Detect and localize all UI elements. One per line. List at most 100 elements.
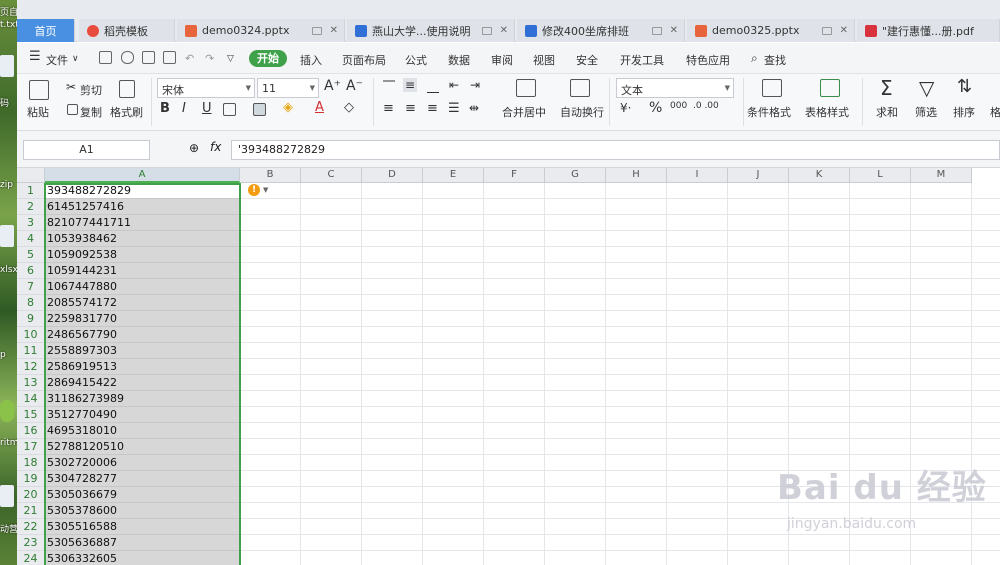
row-header[interactable]: 12 <box>17 359 45 375</box>
cell-a[interactable]: 61451257416 <box>45 199 240 215</box>
indent-decrease-icon[interactable]: ⇤ <box>449 78 459 92</box>
tab-home[interactable]: 首页 <box>17 19 75 42</box>
indent-increase-icon[interactable]: ⇥ <box>470 78 480 92</box>
desktop-file-icon[interactable] <box>0 55 14 77</box>
cell-fill-icon[interactable] <box>253 103 266 116</box>
tab-demo0325[interactable]: demo0325.pptx ✕ <box>687 19 855 42</box>
wrap-text-icon[interactable] <box>570 79 590 97</box>
cell-a[interactable]: 393488272829 <box>45 183 240 199</box>
cell-a[interactable]: 1059092538 <box>45 247 240 263</box>
close-icon[interactable]: ✕ <box>840 25 848 36</box>
justify-icon[interactable]: ☰ <box>448 101 460 116</box>
row-header[interactable]: 11 <box>17 343 45 359</box>
row-header[interactable]: 10 <box>17 327 45 343</box>
cell-a[interactable]: 5305378600 <box>45 503 240 519</box>
copy-button[interactable]: 复制 <box>80 104 102 120</box>
align-middle-icon[interactable]: ≡ <box>403 78 418 92</box>
monitor-icon[interactable] <box>481 26 492 35</box>
thousands-icon[interactable]: 000 <box>670 101 687 111</box>
paste-button[interactable]: 粘贴 <box>27 104 49 120</box>
cell-a[interactable]: 5305516588 <box>45 519 240 535</box>
sort-icon[interactable]: ⇅ <box>957 76 972 97</box>
row-header[interactable]: 21 <box>17 503 45 519</box>
search-icon[interactable]: ⌕ <box>751 51 758 66</box>
close-icon[interactable]: ✕ <box>330 25 338 36</box>
save-icon[interactable] <box>99 51 112 64</box>
menu-view[interactable]: 视图 <box>533 52 555 68</box>
row-header[interactable]: 6 <box>17 263 45 279</box>
copy-icon[interactable] <box>67 104 78 115</box>
column-header-f[interactable]: F <box>484 168 545 183</box>
desktop-label[interactable]: xlsx <box>0 265 17 275</box>
wrap-text-button[interactable]: 自动换行 <box>560 104 604 120</box>
print-icon[interactable] <box>142 51 155 64</box>
desktop-label[interactable]: 页自 <box>0 5 17 18</box>
tab-yanshan-manual[interactable]: 燕山大学...使用说明 ✕ <box>347 19 515 42</box>
format-painter-icon[interactable] <box>119 80 135 98</box>
chevron-down-icon[interactable]: ∨ <box>72 54 79 64</box>
select-all-corner[interactable] <box>17 168 45 183</box>
distributed-align-icon[interactable]: ⇹ <box>469 101 479 115</box>
row-header[interactable]: 9 <box>17 311 45 327</box>
cell-a[interactable]: 1053938462 <box>45 231 240 247</box>
print-preview-icon[interactable] <box>163 51 176 64</box>
row-header[interactable]: 4 <box>17 231 45 247</box>
menu-insert[interactable]: 插入 <box>300 52 322 68</box>
row-header[interactable]: 7 <box>17 279 45 295</box>
menu-formula[interactable]: 公式 <box>405 52 427 68</box>
cut-button[interactable]: 剪切 <box>80 82 102 98</box>
row-header[interactable]: 14 <box>17 391 45 407</box>
cell-a[interactable]: 4695318010 <box>45 423 240 439</box>
cell-a[interactable]: 52788120510 <box>45 439 240 455</box>
export-pdf-icon[interactable] <box>121 51 134 64</box>
menu-page-layout[interactable]: 页面布局 <box>342 52 386 68</box>
sort-button[interactable]: 排序 <box>953 104 975 120</box>
close-icon[interactable]: ✕ <box>670 25 678 36</box>
font-color-icon[interactable]: A <box>315 100 324 115</box>
row-header[interactable]: 8 <box>17 295 45 311</box>
number-format-select[interactable]: 文本 ▼ <box>616 78 734 98</box>
desktop-app-icon[interactable] <box>0 400 14 422</box>
column-header-e[interactable]: E <box>423 168 484 183</box>
column-header-c[interactable]: C <box>301 168 362 183</box>
cell-a[interactable]: 821077441711 <box>45 215 240 231</box>
align-top-icon[interactable]: ⎺ <box>383 79 395 94</box>
menu-developer[interactable]: 开发工具 <box>620 52 664 68</box>
desktop-label[interactable]: zip <box>0 180 17 190</box>
table-style-icon[interactable] <box>820 79 840 97</box>
column-header-j[interactable]: J <box>728 168 789 183</box>
cell-a[interactable]: 2486567790 <box>45 327 240 343</box>
row-header[interactable]: 23 <box>17 535 45 551</box>
decrease-font-icon[interactable]: A⁻ <box>346 78 363 94</box>
column-header-g[interactable]: G <box>545 168 606 183</box>
close-icon[interactable]: ✕ <box>500 25 508 36</box>
cell-a[interactable]: 5302720006 <box>45 455 240 471</box>
paste-icon[interactable] <box>29 80 49 100</box>
column-header-i[interactable]: I <box>667 168 728 183</box>
cell-a[interactable]: 1067447880 <box>45 279 240 295</box>
border-icon[interactable] <box>223 103 236 116</box>
table-style-button[interactable]: 表格样式 <box>805 104 849 120</box>
row-header[interactable]: 19 <box>17 471 45 487</box>
desktop-label[interactable]: p <box>0 350 17 360</box>
quick-access-dropdown-icon[interactable]: ▽ <box>227 54 234 64</box>
fx-icon[interactable]: fx <box>210 140 221 154</box>
column-header-a[interactable]: A <box>45 168 240 183</box>
bold-icon[interactable]: B <box>160 101 170 116</box>
column-header-l[interactable]: L <box>850 168 911 183</box>
desktop-label[interactable]: ritm <box>0 438 17 448</box>
tab-schedule[interactable]: 修改400坐席排班 ✕ <box>517 19 685 42</box>
increase-font-icon[interactable]: A⁺ <box>324 78 341 94</box>
chevron-down-icon[interactable]: ▼ <box>263 186 268 194</box>
scissors-icon[interactable]: ✂ <box>66 80 76 94</box>
fill-color-icon[interactable]: ◈ <box>283 100 293 115</box>
column-header-h[interactable]: H <box>606 168 667 183</box>
format-painter-button[interactable]: 格式刷 <box>110 104 143 120</box>
cell-a[interactable]: 2259831770 <box>45 311 240 327</box>
filter-icon[interactable]: ▽ <box>919 76 934 100</box>
italic-icon[interactable]: I <box>182 101 186 116</box>
cell-a[interactable]: 5305036679 <box>45 487 240 503</box>
tab-ccb-pdf[interactable]: "建行惠懂...册.pdf <box>857 19 1000 42</box>
row-header[interactable]: 3 <box>17 215 45 231</box>
tab-docer-templates[interactable]: 稻壳模板 <box>79 19 175 42</box>
